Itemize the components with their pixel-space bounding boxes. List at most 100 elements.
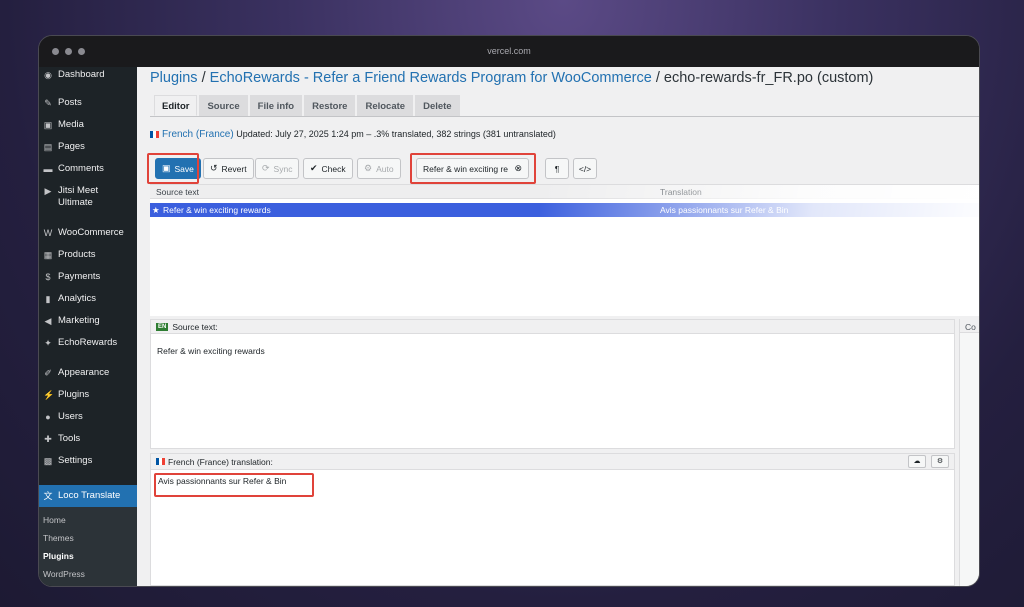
tab-source[interactable]: Source: [199, 95, 248, 116]
sidebar-item-pages[interactable]: ▤ Pages: [39, 141, 137, 163]
browser-titlebar: vercel.com: [39, 36, 979, 67]
revert-button[interactable]: ↺ Revert: [203, 158, 254, 179]
main-content: Plugins / EchoRewards - Refer a Friend R…: [137, 67, 979, 586]
sidebar-item-jitsi-meet-ultimate[interactable]: ▶ Jitsi Meet Ultimate: [39, 185, 137, 219]
code-view-button[interactable]: </>: [573, 158, 597, 179]
media-icon: ▣: [43, 120, 53, 130]
sidebar-item-marketing[interactable]: ◀ Marketing: [39, 315, 137, 337]
row-source-text: Refer & win exciting rewards: [163, 205, 271, 215]
tab-relocate[interactable]: Relocate: [357, 95, 414, 116]
wrench-icon: ✚: [44, 434, 52, 444]
editor-toolbar: ▣ Save ↺ Revert ⟳ Sync ✔ Check ⚙ Auto Refer &…: [147, 153, 979, 184]
invisibles-button[interactable]: ¶: [545, 158, 569, 179]
sidebar-item-label: Payments: [58, 271, 101, 282]
submenu-item-wordpress[interactable]: WordPress: [39, 565, 137, 583]
comments-panel-header: Co: [960, 319, 979, 333]
submenu-item-home[interactable]: Home: [39, 511, 137, 529]
brush-icon: ✐: [44, 368, 52, 378]
column-source[interactable]: Source text: [156, 187, 199, 197]
sidebar-item-comments[interactable]: ▬ Comments: [39, 163, 137, 185]
column-translation[interactable]: Translation: [660, 187, 702, 197]
language-link[interactable]: French (France): [162, 129, 234, 140]
sidebar-item-label: Settings: [58, 455, 93, 466]
breadcrumb-plugins-link[interactable]: Plugins: [150, 70, 198, 86]
breadcrumb-plugin-link[interactable]: EchoRewards - Refer a Friend Rewards Pro…: [210, 70, 652, 86]
editor-tabs: Editor Source File info Restore Relocate…: [154, 95, 460, 116]
sidebar-item-label: Analytics: [58, 293, 97, 304]
comments-icon: ▬: [43, 164, 53, 174]
sidebar-item-label: WooCommerce: [58, 227, 124, 238]
sidebar-item-settings[interactable]: ▩ Settings: [39, 455, 137, 477]
tab-restore[interactable]: Restore: [304, 95, 356, 116]
sidebar-item-tools[interactable]: ✚ Tools: [39, 433, 137, 455]
page-title: echo-rewards-fr_FR.po (custom): [663, 70, 874, 86]
settings-icon: ▩: [43, 456, 53, 466]
file-status: French (France) Updated: July 27, 2025 1…: [150, 129, 556, 140]
source-text-panel: EN Source text: Refer & win exciting rew…: [150, 319, 955, 449]
sync-icon: ⟳: [262, 163, 270, 173]
dashboard-icon: ◉: [44, 70, 52, 80]
sidebar-item-label: Pages: [58, 141, 85, 152]
grid-header: Source text Translation: [150, 185, 979, 199]
sidebar-item-label: EchoRewards: [58, 337, 118, 348]
sidebar-item-payments[interactable]: $ Payments: [39, 271, 137, 293]
english-badge: EN: [156, 322, 169, 331]
analytics-icon: ▮: [45, 294, 51, 304]
sidebar-item-plugins[interactable]: ⚡ Plugins: [39, 389, 137, 411]
sidebar-item-dashboard[interactable]: ◉ Dashboard: [39, 69, 137, 91]
annotation-box: [154, 473, 314, 497]
source-panel-header: EN Source text:: [151, 320, 954, 334]
sidebar-item-label: Loco Translate: [58, 490, 121, 501]
sidebar-item-echorewards[interactable]: ✦ EchoRewards: [39, 337, 137, 359]
admin-sidebar: ◉ Dashboard ✎ Posts ▣ Media ▤ Pages ▬ Comments ▶ Ji…: [39, 67, 137, 586]
translation-panel: French (France) translation: ☁ ⚙ Avis pa…: [150, 453, 955, 586]
products-icon: ▦: [43, 250, 53, 260]
tab-file-info[interactable]: File info: [249, 95, 303, 116]
sidebar-item-posts[interactable]: ✎ Posts: [39, 97, 137, 119]
sidebar-item-label: Jitsi Meet Ultimate: [58, 185, 99, 208]
user-icon: ●: [45, 412, 51, 422]
robot-icon[interactable]: ⚙: [931, 455, 949, 468]
robot-icon: ⚙: [364, 163, 373, 173]
auto-button[interactable]: ⚙ Auto: [357, 158, 401, 179]
comments-panel: Co: [959, 319, 979, 586]
sidebar-item-users[interactable]: ● Users: [39, 411, 137, 433]
loco-submenu: HomeThemesPluginsWordPressLanguages: [39, 507, 137, 586]
tab-delete[interactable]: Delete: [415, 95, 460, 116]
status-text: Updated: July 27, 2025 1:24 pm – .3% tra…: [236, 129, 556, 139]
sidebar-item-products[interactable]: ▦ Products: [39, 249, 137, 271]
breadcrumb: Plugins / EchoRewards - Refer a Friend R…: [150, 70, 874, 86]
revert-icon: ↺: [210, 163, 218, 173]
sidebar-item-loco-translate[interactable]: 文 Loco Translate: [39, 485, 137, 507]
submenu-item-themes[interactable]: Themes: [39, 529, 137, 547]
sidebar-item-label: Tools: [58, 433, 81, 444]
submenu-item-languages[interactable]: Languages: [39, 583, 137, 586]
rewards-icon: ✦: [44, 338, 52, 348]
france-flag-icon: [150, 131, 159, 139]
sync-button[interactable]: ⟳ Sync: [255, 158, 300, 179]
sidebar-item-label: Media: [58, 119, 84, 130]
sidebar-item-woocommerce[interactable]: W WooCommerce: [39, 227, 137, 249]
address-bar[interactable]: vercel.com: [39, 46, 979, 56]
sidebar-item-label: Marketing: [58, 315, 100, 326]
sidebar-item-analytics[interactable]: ▮ Analytics: [39, 293, 137, 315]
star-icon: ★: [152, 205, 160, 215]
table-row[interactable]: ★ Refer & win exciting rewards Avis pass…: [150, 203, 979, 217]
translate-icon: 文: [43, 491, 53, 501]
tab-editor[interactable]: Editor: [154, 95, 198, 116]
sidebar-item-label: Appearance: [58, 367, 110, 378]
submenu-item-plugins[interactable]: Plugins: [39, 547, 137, 565]
check-button[interactable]: ✔ Check: [303, 158, 353, 179]
cloud-icon[interactable]: ☁: [908, 455, 926, 468]
sidebar-item-label: Dashboard: [58, 69, 105, 80]
translation-panel-header: French (France) translation: ☁ ⚙: [151, 454, 954, 470]
sidebar-item-media[interactable]: ▣ Media: [39, 119, 137, 141]
sidebar-item-label: Users: [58, 411, 83, 422]
woo-icon: W: [43, 228, 53, 238]
sidebar-item-label: Posts: [58, 97, 82, 108]
pin-icon: ✎: [44, 98, 52, 108]
row-translation-text: Avis passionnants sur Refer & Bin: [660, 205, 789, 215]
sidebar-item-appearance[interactable]: ✐ Appearance: [39, 367, 137, 389]
sidebar-item-label: Plugins: [58, 389, 90, 400]
pages-icon: ▤: [43, 142, 53, 152]
